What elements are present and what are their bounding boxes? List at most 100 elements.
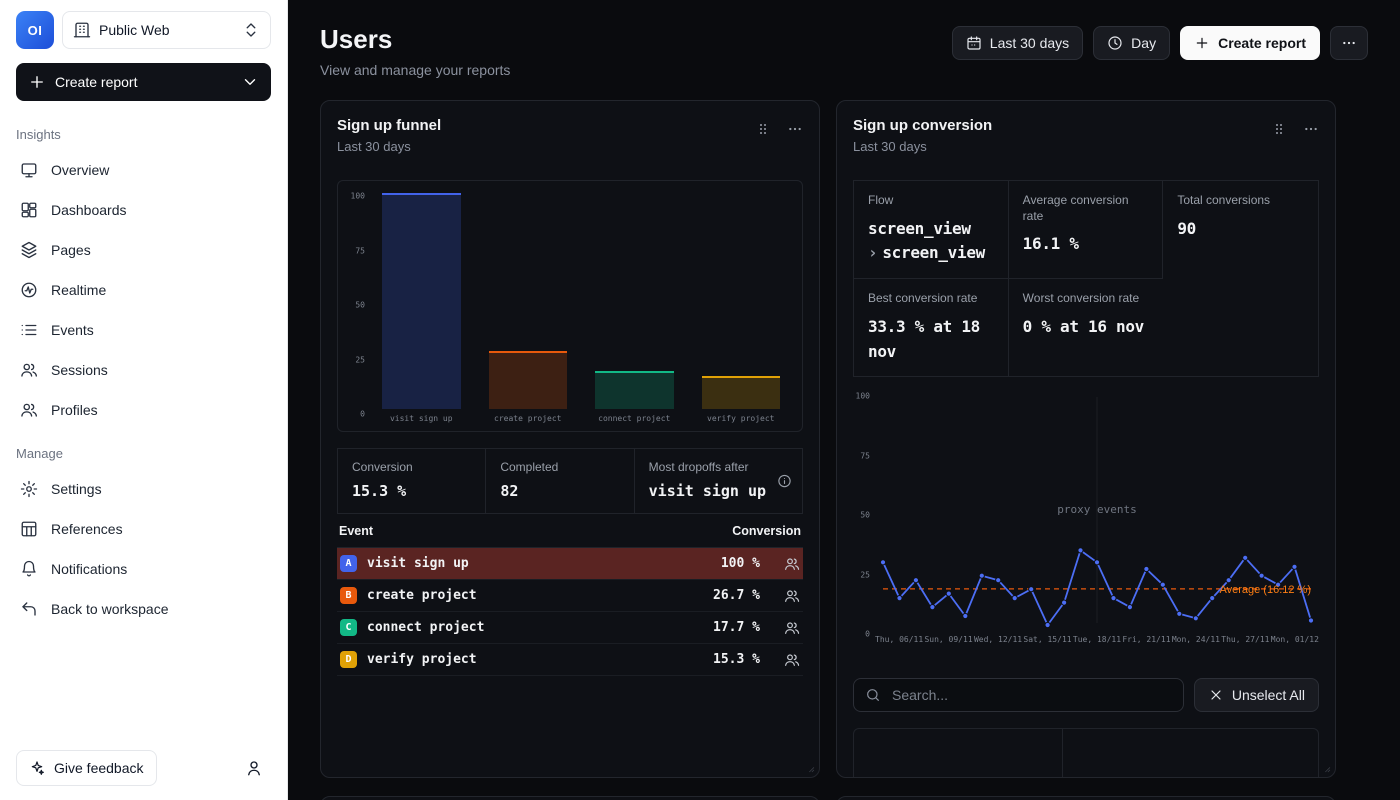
funnel-card-subtitle: Last 30 days	[337, 139, 441, 154]
funnel-bar-create-project[interactable]	[489, 193, 568, 409]
main-content: Users View and manage your reports Last …	[288, 0, 1400, 800]
funnel-bar-verify-project[interactable]	[702, 193, 781, 409]
event-badge: A	[340, 555, 357, 572]
chevron-down-icon	[241, 73, 259, 91]
sidebar-nav: Insights Overview Dashboards Pages Realt…	[0, 111, 287, 736]
sidebar-item-back-to-workspace[interactable]: Back to workspace	[16, 589, 271, 629]
event-name: create project	[367, 588, 703, 603]
search-input[interactable]	[890, 686, 1172, 704]
funnel-card: Sign up funnel Last 30 days 0255075100	[320, 100, 820, 778]
app-root: OI Public Web Create report Insights Ove…	[0, 0, 1400, 800]
unselect-all-label: Unselect All	[1232, 687, 1305, 703]
page-title: Users	[320, 24, 510, 55]
conversion-card-header: Sign up conversion Last 30 days	[853, 117, 1319, 154]
sidebar-item-label: Overview	[51, 162, 109, 178]
workspace-row: OI Public Web	[0, 0, 287, 55]
funnel-bar-visit-sign-up[interactable]	[382, 193, 461, 409]
conversion-line-chart[interactable]: 0255075100 proxy events Average (16.12 %…	[853, 393, 1319, 644]
funnel-bar-connect-project[interactable]	[595, 193, 674, 409]
sidebar-item-label: Pages	[51, 242, 91, 258]
sidebar-item-dashboards[interactable]: Dashboards	[16, 190, 271, 230]
create-report-button[interactable]: Create report	[1180, 26, 1320, 60]
hidden-table-top	[853, 728, 1319, 778]
user-icon	[245, 759, 263, 777]
stat-conversion: Conversion 15.3 %	[338, 449, 485, 513]
give-feedback-button[interactable]: Give feedback	[16, 750, 157, 786]
page-header: Users View and manage your reports Last …	[320, 24, 1368, 78]
users-icon[interactable]	[784, 652, 800, 668]
funnel-chart[interactable]: 0255075100 visit sign upcreate projectco…	[337, 180, 803, 432]
sidebar-item-events[interactable]: Events	[16, 310, 271, 350]
users-icon[interactable]	[784, 556, 800, 572]
conversion-card: Sign up conversion Last 30 days Flow scr…	[836, 100, 1336, 778]
event-row-visit-sign-up[interactable]: A visit sign up 100 %	[337, 548, 803, 580]
event-badge: D	[340, 651, 357, 668]
unselect-all-button[interactable]: Unselect All	[1194, 678, 1319, 712]
sidebar-item-settings[interactable]: Settings	[16, 469, 271, 509]
page-subtitle: View and manage your reports	[320, 62, 510, 78]
funnel-bars	[370, 193, 792, 409]
event-conversion: 26.7 %	[713, 588, 760, 603]
line-chart-x-labels: Thu, 06/11Sun, 09/11Wed, 12/11Sat, 15/11…	[875, 635, 1319, 644]
funnel-card-title: Sign up funnel	[337, 117, 441, 134]
sidebar-item-label: Profiles	[51, 402, 98, 418]
dashboards-icon	[20, 201, 38, 219]
event-name: connect project	[367, 620, 703, 635]
sidebar-item-label: Events	[51, 322, 94, 338]
sidebar-create-report-button[interactable]: Create report	[16, 63, 271, 101]
events-icon	[20, 321, 38, 339]
nav-section-label-insights: Insights	[16, 127, 271, 142]
resize-handle-icon[interactable]	[805, 763, 815, 773]
interval-button[interactable]: Day	[1093, 26, 1170, 60]
more-options-button[interactable]	[1330, 26, 1368, 60]
building-icon	[73, 21, 91, 39]
sidebar-item-label: Settings	[51, 481, 102, 497]
info-icon[interactable]	[777, 474, 792, 489]
event-conversion: 17.7 %	[713, 620, 760, 635]
event-conversion: 15.3 %	[713, 652, 760, 667]
drag-handle-icon[interactable]	[755, 121, 771, 137]
stat-empty-cell	[1163, 279, 1318, 376]
pages-icon	[20, 241, 38, 259]
line-chart-plot[interactable]: proxy events Average (16.12 %)	[875, 393, 1319, 631]
event-row-verify-project[interactable]: D verify project 15.3 %	[337, 644, 803, 676]
event-row-create-project[interactable]: B create project 26.7 %	[337, 580, 803, 612]
date-range-button[interactable]: Last 30 days	[952, 26, 1083, 60]
drag-handle-icon[interactable]	[1271, 121, 1287, 137]
nav-section-label-manage: Manage	[16, 446, 271, 461]
users-icon[interactable]	[784, 588, 800, 604]
stat-worst-rate: Worst conversion rate 0 % at 16 nov	[1009, 279, 1164, 376]
event-row-connect-project[interactable]: C connect project 17.7 %	[337, 612, 803, 644]
card-menu-icon[interactable]	[1303, 121, 1319, 137]
stat-completed: Completed 82	[485, 449, 633, 513]
sidebar-item-pages[interactable]: Pages	[16, 230, 271, 270]
line-chart-y-axis: 0255075100	[853, 393, 875, 631]
sidebar-item-references[interactable]: References	[16, 509, 271, 549]
workspace-name: Public Web	[99, 22, 170, 38]
sidebar-item-profiles[interactable]: Profiles	[16, 390, 271, 430]
workspace-selector[interactable]: Public Web	[62, 11, 271, 49]
sidebar-item-overview[interactable]: Overview	[16, 150, 271, 190]
app-logo[interactable]: OI	[16, 11, 54, 49]
conversion-column-header: Conversion	[732, 524, 801, 538]
users-icon[interactable]	[784, 620, 800, 636]
stat-flow: Flow screen_view ›screen_view	[854, 181, 1009, 279]
stat-best-rate: Best conversion rate 33.3 % at 18 nov	[854, 279, 1009, 376]
resize-handle-icon[interactable]	[1321, 763, 1331, 773]
profile-button[interactable]	[237, 751, 271, 785]
sessions-icon	[20, 361, 38, 379]
notifications-icon	[20, 560, 38, 578]
clock-icon	[1107, 35, 1123, 51]
funnel-stats: Conversion 15.3 % Completed 82 Most drop…	[337, 448, 803, 514]
sidebar-bottom: Give feedback	[0, 736, 287, 800]
sidebar-item-notifications[interactable]: Notifications	[16, 549, 271, 589]
sidebar-item-realtime[interactable]: Realtime	[16, 270, 271, 310]
sidebar-item-sessions[interactable]: Sessions	[16, 350, 271, 390]
card-menu-icon[interactable]	[787, 121, 803, 137]
event-column-header: Event	[339, 524, 373, 538]
event-conversion: 100 %	[721, 556, 760, 571]
give-feedback-label: Give feedback	[54, 760, 144, 776]
overview-icon	[20, 161, 38, 179]
event-name: visit sign up	[367, 556, 711, 571]
ellipsis-icon	[1341, 35, 1357, 51]
